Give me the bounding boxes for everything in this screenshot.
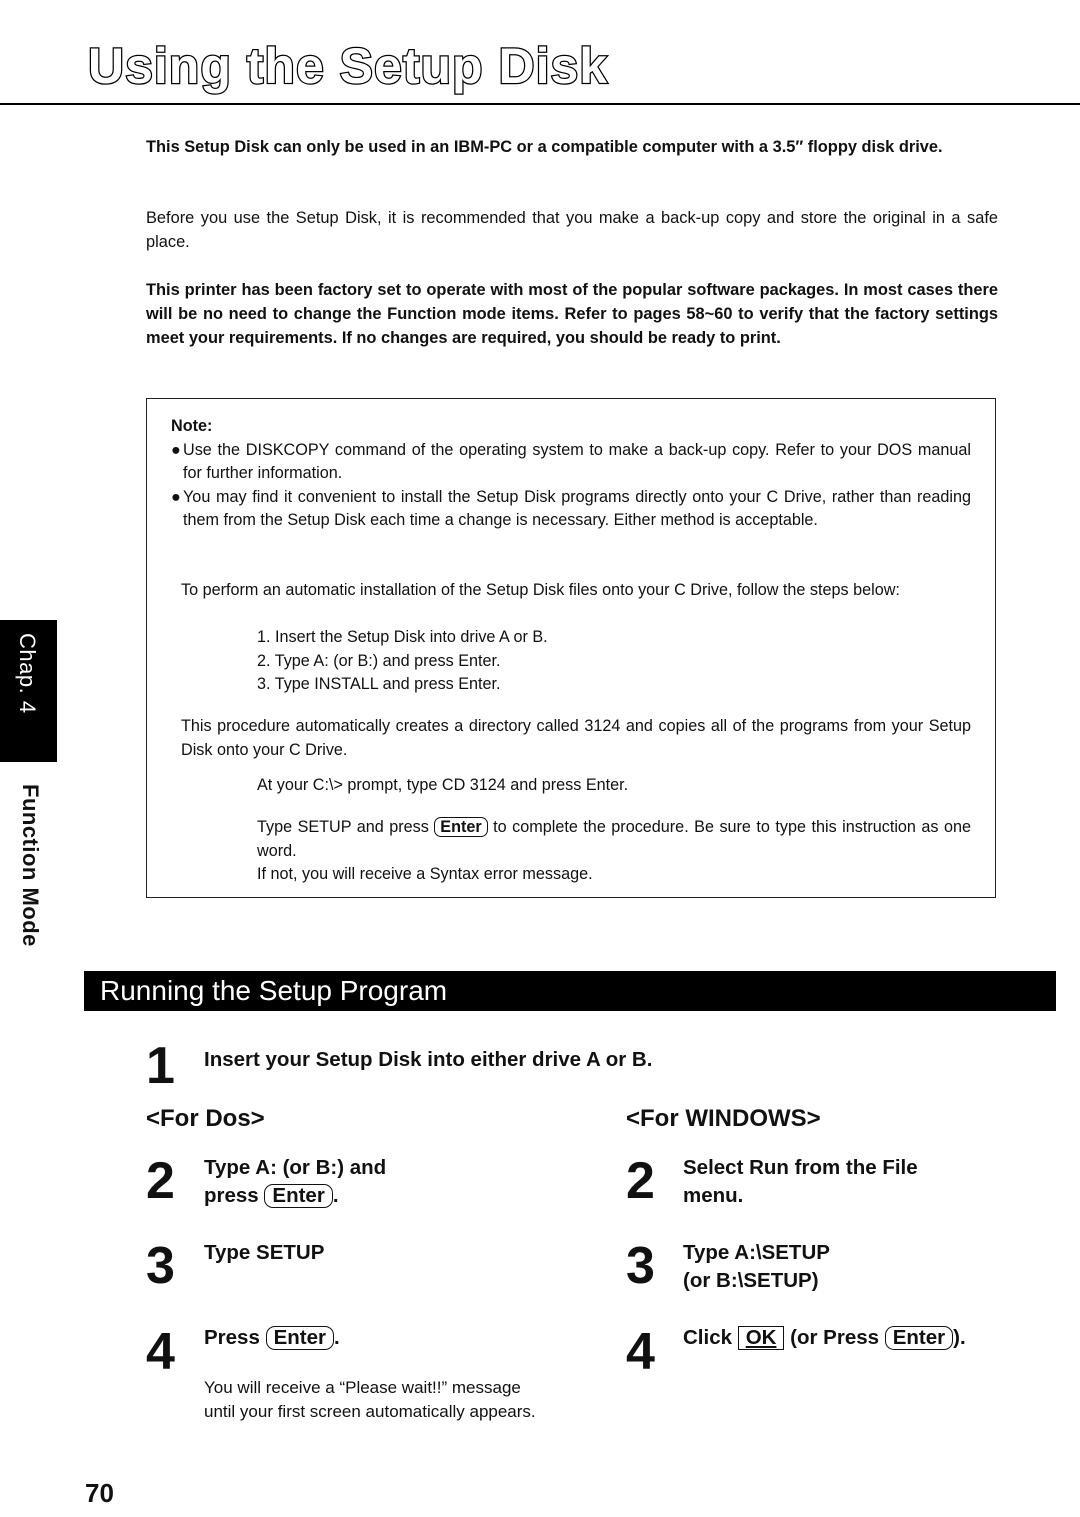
title-divider [0,103,1080,105]
procedure-description: This procedure automatically creates a d… [181,717,971,759]
enter-key-icon: Enter [434,817,488,837]
step-number: 2 [626,1152,655,1210]
bullet-icon: ● [171,440,181,459]
dos-step4-line: Press Enter. [204,1324,340,1352]
windows-step4-text: ). [953,1326,966,1349]
note-header: Note: ● Use the DISKCOPY command of the … [171,415,971,533]
chapter-tab-label: Chap. 4 [15,633,40,714]
windows-step4-line: Click OK (or Press Enter). [683,1324,966,1352]
step-number: 1 [146,1037,175,1095]
windows-step2-line1: Select Run from the File [683,1156,918,1179]
dos-step2-line2: press Enter. [204,1182,339,1210]
step-number: 3 [146,1237,175,1295]
syntax-warning: If not, you will receive a Syntax error … [257,865,593,883]
step-number: 4 [146,1323,175,1381]
windows-step3-line1: Type A:\SETUP [683,1241,830,1264]
step-number: 3 [626,1237,655,1295]
windows-step4-text: (or Press [784,1326,885,1349]
windows-step4-text: Click [683,1326,738,1349]
install-steps-list: 1. Insert the Setup Disk into drive A or… [257,626,548,697]
note-bullet-text: Use the DISKCOPY command of the operatin… [183,440,971,483]
page-number: 70 [85,1478,114,1508]
step-number: 2 [146,1152,175,1210]
dos-step2-text: press [204,1184,265,1207]
dos-step4-text: Press [204,1326,266,1349]
install-step: 3. Type INSTALL and press Enter. [257,675,501,693]
setup-instruction: Type SETUP and press Enter to complete t… [257,816,971,863]
intro-backup-advice: Before you use the Setup Disk, it is rec… [146,209,998,251]
dos-step4-note-line2: until your first screen automatically ap… [204,1402,536,1421]
note-bullet: ● You may find it convenient to install … [171,486,971,533]
install-step: 1. Insert the Setup Disk into drive A or… [257,628,548,646]
windows-step2-line2: menu. [683,1184,744,1207]
intro-factory-settings: This printer has been factory set to ope… [146,281,998,347]
step-text: Insert your Setup Disk into either drive… [204,1048,653,1071]
intro-compatibility-notice: This Setup Disk can only be used in an I… [146,138,943,156]
dos-step4-note-line1: You will receive a “Please wait!!” messa… [204,1378,521,1397]
step-number: 4 [626,1323,655,1381]
page-title: Using the Setup Disk [87,37,609,96]
dos-step3-text: Type SETUP [204,1241,325,1264]
section-label: Function Mode [18,784,43,947]
auto-install-intro: To perform an automatic installation of … [181,581,900,599]
section-banner-title: Running the Setup Program [100,975,448,1006]
ok-button-icon: OK [737,1326,785,1350]
enter-key-icon: Enter [265,1326,334,1350]
note-box: Note: ● Use the DISKCOPY command of the … [146,398,996,898]
note-bullet: ● Use the DISKCOPY command of the operat… [171,439,971,486]
enter-key-icon: Enter [884,1326,954,1350]
install-step: 2. Type A: (or B:) and press Enter. [257,651,501,670]
dos-heading: <For Dos> [146,1105,265,1132]
dos-step2-text: . [332,1184,339,1207]
note-label: Note: [171,417,213,435]
cd-instruction: At your C:\> prompt, type CD 3124 and pr… [257,776,629,794]
enter-key-icon: Enter [264,1184,333,1208]
note-bullet-text: You may find it convenient to install th… [183,487,971,530]
setup-instruction-text: Type SETUP and press [257,818,435,836]
bullet-icon: ● [171,487,181,506]
dos-step4-text: . [333,1326,340,1349]
windows-heading: <For WINDOWS> [626,1105,821,1132]
dos-step2-line1: Type A: (or B:) and [204,1156,387,1179]
windows-step3-line2: (or B:\SETUP) [683,1269,819,1292]
